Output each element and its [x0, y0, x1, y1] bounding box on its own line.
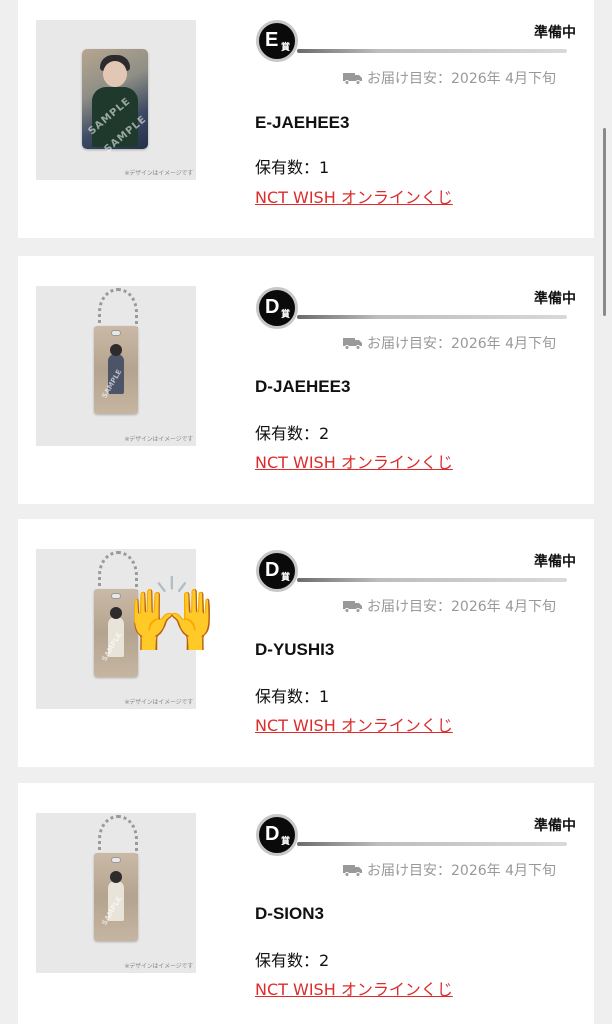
grade-badge: E 賞	[256, 20, 298, 62]
grade-letter: D	[265, 823, 280, 845]
grade-kanji: 賞	[281, 573, 291, 583]
product-image[interactable]: SAMPLE SAMPLE ※デザインはイメージです	[36, 20, 196, 180]
product-image[interactable]: SAMPLE ※デザインはイメージです	[36, 813, 196, 973]
delivery-estimate: お届け目安：2026年 4月下旬	[367, 599, 556, 615]
status-label: 準備中	[534, 25, 576, 41]
grade-badge: D 賞	[256, 287, 298, 329]
progress-line	[297, 578, 567, 582]
scrollbar[interactable]	[603, 128, 606, 316]
image-caption: ※デザインはイメージです	[124, 699, 193, 706]
status-label: 準備中	[534, 291, 576, 307]
keychain-tag: SAMPLE	[94, 326, 138, 414]
status-label: 準備中	[534, 818, 576, 834]
progress-line	[297, 315, 567, 319]
lottery-link[interactable]: NCT WISH オンラインくじ	[255, 184, 453, 208]
item-name: E-JAEHEE3	[255, 113, 350, 132]
grade-letter: D	[265, 559, 280, 581]
grade-badge: D 賞	[256, 814, 298, 856]
raised-hands-emoji: 🙌	[126, 572, 219, 658]
grade-letter: D	[265, 296, 280, 318]
delivery-estimate: お届け目安：2026年 4月下旬	[367, 336, 556, 352]
lottery-link[interactable]: NCT WISH オンラインくじ	[255, 449, 453, 473]
prize-card[interactable]: SAMPLE ※デザインはイメージです D 賞 準備中 お届け目安：2026年 …	[18, 783, 594, 1024]
photo-card-illustration: SAMPLE SAMPLE	[82, 49, 149, 155]
image-caption: ※デザインはイメージです	[124, 436, 193, 443]
image-caption: ※デザインはイメージです	[124, 170, 193, 177]
status-label: 準備中	[534, 554, 576, 570]
truck-icon	[343, 338, 362, 350]
grade-kanji: 賞	[281, 837, 291, 847]
prize-card[interactable]: SAMPLE SAMPLE ※デザインはイメージです E 賞 準備中 お届け目安…	[18, 0, 594, 238]
owned-count: 保有数：2	[255, 424, 330, 443]
progress-line	[297, 49, 567, 53]
truck-icon	[343, 865, 362, 877]
delivery-estimate: お届け目安：2026年 4月下旬	[367, 71, 556, 87]
owned-count: 保有数：2	[255, 951, 330, 970]
tag-hole	[111, 857, 121, 863]
prize-card[interactable]: SAMPLE ※デザインはイメージです D 賞 準備中 お届け目安：2026年 …	[18, 519, 594, 767]
grade-kanji: 賞	[281, 310, 291, 320]
owned-count: 保有数：1	[255, 158, 330, 177]
progress-line	[297, 842, 567, 846]
truck-icon	[343, 601, 362, 613]
tag-hole	[111, 330, 121, 336]
figure-head	[110, 871, 122, 883]
owned-count: 保有数：1	[255, 687, 330, 706]
keychain-tag: SAMPLE	[94, 853, 138, 941]
prize-card[interactable]: SAMPLE ※デザインはイメージです D 賞 準備中 お届け目安：2026年 …	[18, 256, 594, 504]
item-name: D-JAEHEE3	[255, 377, 351, 396]
grade-badge: D 賞	[256, 550, 298, 592]
lottery-link[interactable]: NCT WISH オンラインくじ	[255, 976, 453, 1000]
figure-head	[110, 607, 122, 619]
item-name: D-YUSHI3	[255, 640, 335, 659]
item-name: D-SION3	[255, 904, 324, 923]
image-caption: ※デザインはイメージです	[124, 963, 193, 970]
figure-head	[110, 344, 122, 356]
truck-icon	[343, 73, 362, 85]
product-image[interactable]: SAMPLE ※デザインはイメージです	[36, 286, 196, 446]
delivery-estimate: お届け目安：2026年 4月下旬	[367, 863, 556, 879]
lottery-link[interactable]: NCT WISH オンラインくじ	[255, 712, 453, 736]
grade-letter: E	[265, 29, 279, 51]
figure-face	[103, 61, 127, 87]
tag-hole	[111, 593, 121, 599]
grade-kanji: 賞	[281, 43, 291, 53]
